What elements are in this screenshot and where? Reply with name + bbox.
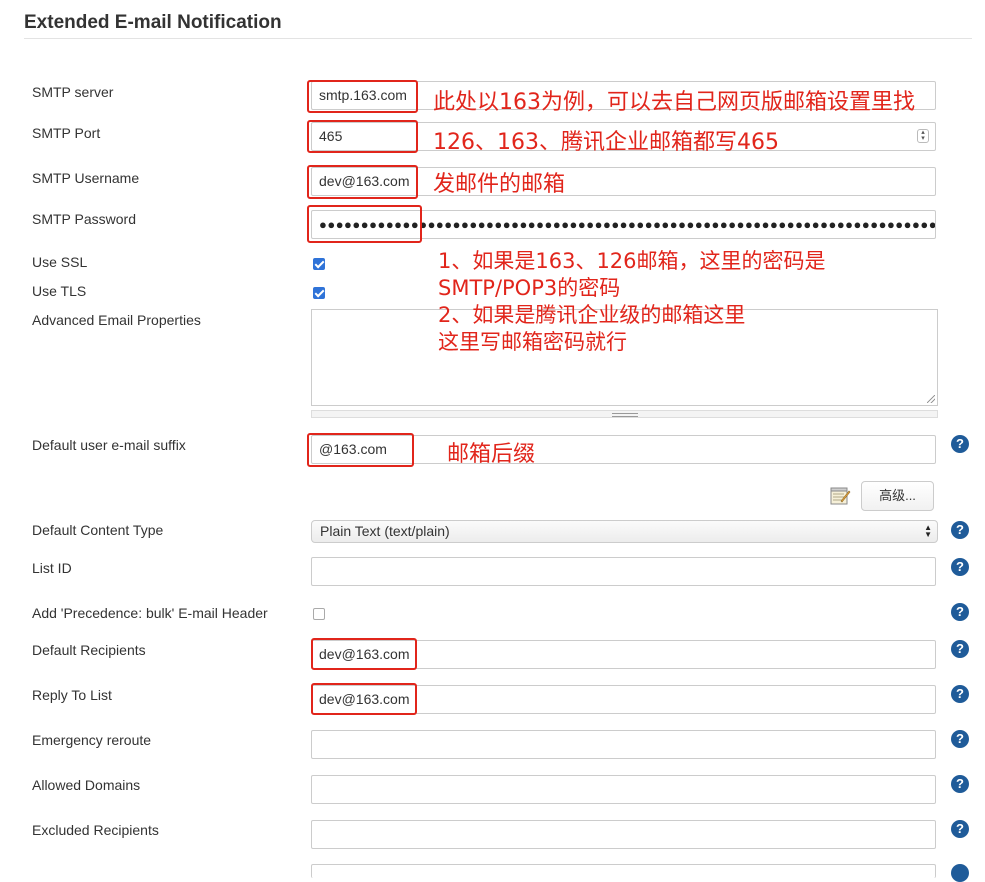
annotation-box-suffix [307, 433, 414, 467]
help-icon[interactable]: ? [951, 603, 969, 621]
annotation-smtp-server: 此处以163为例，可以去自己网页版邮箱设置里找 [433, 90, 915, 115]
resize-grip-icon[interactable] [927, 395, 935, 403]
default-content-type-select[interactable]: Plain Text (text/plain) ▲ ▼ [311, 520, 938, 543]
advanced-button[interactable]: 高级... [861, 481, 934, 511]
use-tls-label: Use TLS [32, 283, 87, 299]
help-icon[interactable]: ? [951, 820, 969, 838]
help-icon[interactable]: ? [951, 685, 969, 703]
annotation-box-reply-to [311, 683, 417, 715]
annotation-password-line: SMTP/POP3的密码 [438, 276, 621, 300]
annotation-suffix: 邮箱后缀 [447, 442, 536, 467]
precedence-bulk-label: Add 'Precedence: bulk' E-mail Header [32, 605, 268, 621]
default-recipients-label: Default Recipients [32, 642, 146, 658]
precedence-bulk-checkbox[interactable] [313, 608, 325, 620]
smtp-port-label: SMTP Port [32, 125, 101, 141]
drag-handle-icon[interactable] [612, 413, 638, 417]
notepad-icon [830, 487, 851, 505]
annotation-box-smtp-username [307, 165, 418, 199]
default-content-type-label: Default Content Type [32, 522, 164, 538]
emergency-reroute-input[interactable] [311, 730, 936, 759]
annotation-password-line: 这里写邮箱密码就行 [438, 330, 627, 354]
excluded-recipients-input[interactable] [311, 820, 936, 849]
annotation-password-line: 1、如果是163、126邮箱，这里的密码是 [438, 249, 826, 273]
help-icon[interactable]: ? [951, 775, 969, 793]
default-content-type-value: Plain Text (text/plain) [320, 523, 450, 539]
allowed-domains-input[interactable] [311, 775, 936, 804]
use-tls-checkbox[interactable] [313, 287, 325, 299]
textarea-resize-bar[interactable] [311, 410, 938, 418]
annotation-smtp-port: 126、163、腾讯企业邮箱都写465 [433, 130, 779, 155]
smtp-username-label: SMTP Username [32, 170, 140, 186]
help-icon[interactable]: ? [951, 640, 969, 658]
smtp-server-label: SMTP server [32, 84, 114, 100]
default-subject-input[interactable] [311, 864, 936, 878]
annotation-box-smtp-server [307, 80, 418, 113]
number-spinner-icon[interactable]: ▴ ▾ [917, 129, 929, 143]
help-icon[interactable] [951, 864, 969, 882]
list-id-input[interactable] [311, 557, 936, 586]
help-icon[interactable]: ? [951, 521, 969, 539]
use-ssl-label: Use SSL [32, 254, 88, 270]
advanced-email-properties-label: Advanced Email Properties [32, 312, 201, 328]
list-id-label: List ID [32, 560, 72, 576]
section-divider [24, 38, 972, 39]
help-icon[interactable]: ? [951, 730, 969, 748]
excluded-recipients-label: Excluded Recipients [32, 822, 159, 838]
section-title: Extended E-mail Notification [24, 12, 282, 33]
reply-to-list-label: Reply To List [32, 687, 112, 703]
annotation-smtp-password: 1、如果是163、126邮箱，这里的密码是 SMTP/POP3的密码 2、如果是… [438, 248, 826, 356]
annotation-password-line: 2、如果是腾讯企业级的邮箱这里 [438, 303, 746, 327]
annotation-box-default-recipients [311, 638, 417, 670]
use-ssl-checkbox[interactable] [313, 258, 325, 270]
annotation-box-smtp-port [307, 120, 418, 153]
smtp-password-label: SMTP Password [32, 211, 136, 227]
select-arrows-icon: ▲ ▼ [924, 523, 932, 539]
help-icon[interactable]: ? [951, 435, 969, 453]
emergency-reroute-label: Emergency reroute [32, 732, 152, 748]
default-suffix-label: Default user e-mail suffix [32, 437, 186, 453]
annotation-box-smtp-password [307, 205, 422, 243]
allowed-domains-label: Allowed Domains [32, 777, 141, 793]
help-icon[interactable]: ? [951, 558, 969, 576]
annotation-smtp-username: 发邮件的邮箱 [433, 172, 566, 197]
